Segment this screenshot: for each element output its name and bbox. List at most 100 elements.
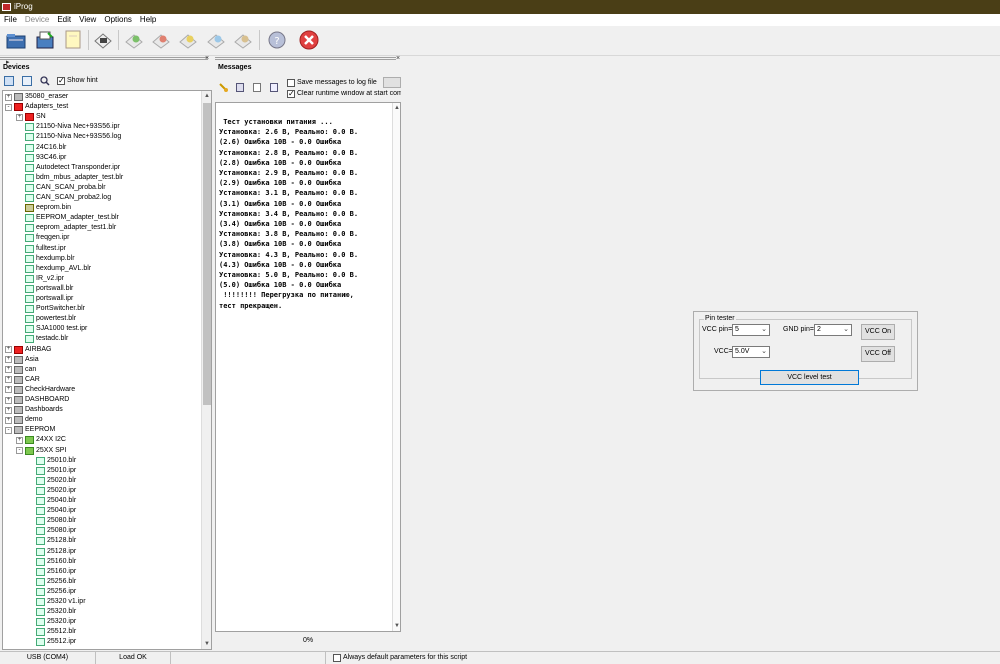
gnd-pin-select[interactable]: 2 ⌄ (814, 324, 852, 336)
tree-item[interactable]: IR_v2.ipr (16, 274, 64, 284)
program-icon[interactable] (232, 29, 254, 51)
expand-icon[interactable]: + (5, 376, 12, 384)
tree-item[interactable]: 25512.blr (27, 627, 76, 637)
vcc-voltage-select[interactable]: 5.0V ⌄ (732, 346, 770, 358)
clear-messages-icon[interactable] (219, 83, 228, 92)
msg-scroll-down-icon[interactable]: ▼ (393, 621, 401, 631)
menu-view[interactable]: View (75, 14, 100, 26)
expand-icon[interactable]: + (16, 113, 23, 121)
tree-item[interactable]: 93C46.ipr (16, 153, 66, 163)
write-icon[interactable] (150, 29, 172, 51)
tree-item[interactable]: EEPROM_adapter_test.blr (16, 213, 119, 223)
export-messages-icon[interactable] (270, 83, 278, 92)
log-browse-button[interactable] (383, 77, 401, 88)
tree-item[interactable]: 25128.ipr (27, 547, 76, 557)
menu-edit[interactable]: Edit (53, 14, 75, 26)
expand-icon[interactable]: + (16, 436, 23, 444)
scrollbar-thumb[interactable] (203, 103, 211, 405)
tree-item[interactable]: 25020.ipr (27, 486, 76, 496)
tree-item[interactable]: 25128.blr (27, 536, 76, 546)
stop-icon[interactable] (298, 29, 320, 51)
collapse-icon[interactable]: - (16, 447, 23, 454)
tree-view-icon[interactable] (4, 76, 14, 86)
tree-item[interactable]: 25010.ipr (27, 466, 76, 476)
open-folder-icon[interactable] (5, 29, 27, 51)
tree-item[interactable]: 25512.ipr (27, 637, 76, 647)
tree-item[interactable]: 25320 v1.ipr (27, 597, 86, 607)
save-icon[interactable] (34, 29, 56, 51)
expand-icon[interactable]: + (5, 386, 12, 394)
tree-item[interactable]: testadc.blr (16, 334, 68, 344)
always-default-checkbox[interactable] (333, 654, 341, 662)
menu-file[interactable]: File (0, 14, 21, 26)
collapse-icon[interactable]: - (5, 426, 12, 434)
tree-item[interactable]: SJA1000 test.ipr (16, 324, 87, 334)
tree-item[interactable]: + Dashboards (5, 405, 63, 415)
copy-messages-icon[interactable] (236, 83, 244, 92)
tree-item[interactable]: CAN_SCAN_proba.blr (16, 183, 106, 193)
tree-item[interactable]: 25080.ipr (27, 526, 76, 536)
tree-item[interactable]: 25160.blr (27, 557, 76, 567)
tree-item[interactable]: - 25XX SPI (16, 446, 66, 456)
tree-item[interactable]: eeprom_adapter_test1.blr (16, 223, 116, 233)
search-icon[interactable] (40, 76, 50, 86)
tree-item[interactable]: PortSwitcher.blr (16, 304, 85, 314)
menu-help[interactable]: Help (136, 14, 160, 26)
paste-icon[interactable] (253, 83, 261, 92)
vcc-pin-select[interactable]: 5 ⌄ (732, 324, 770, 336)
devices-close-icon[interactable]: × (205, 55, 209, 62)
tree-item[interactable]: CAN_SCAN_proba2.log (16, 193, 111, 203)
erase-icon[interactable] (205, 29, 227, 51)
clear-runtime-checkbox[interactable] (287, 89, 295, 98)
tree-item[interactable]: powertest.blr (16, 314, 76, 324)
tree-item[interactable]: + CAR (5, 375, 40, 385)
expand-icon[interactable]: + (5, 416, 12, 424)
tree-item[interactable]: + Asia (5, 355, 39, 365)
tree-item[interactable]: bdm_mbus_adapter_test.blr (16, 173, 123, 183)
tree-item[interactable]: hexdump.blr (16, 254, 75, 264)
tree-item[interactable]: 25256.blr (27, 577, 76, 587)
tree-item[interactable]: 25160.ipr (27, 567, 76, 577)
help-icon[interactable]: ? (266, 29, 288, 51)
tree-item[interactable]: 25256.ipr (27, 587, 76, 597)
tree-item[interactable]: eeprom.bin (16, 203, 71, 213)
tree-item[interactable]: fulltest.ipr (16, 244, 66, 254)
messages-scrollbar[interactable]: ▲ ▼ (392, 103, 400, 631)
tree-item[interactable]: 21150-Niva Nec+93S56.log (16, 132, 121, 142)
tree-item[interactable]: 25320.ipr (27, 617, 76, 627)
tree-item[interactable]: 25080.blr (27, 516, 76, 526)
tree-item[interactable]: - EEPROM (5, 425, 55, 435)
expand-icon[interactable]: + (5, 346, 12, 353)
scroll-up-icon[interactable]: ▲ (202, 91, 211, 101)
expand-icon[interactable]: + (5, 356, 12, 364)
save-to-log-checkbox[interactable] (287, 79, 295, 87)
tree-item[interactable]: +24XX I2C (16, 435, 66, 445)
tree-item[interactable]: 25320.blr (27, 607, 76, 617)
chip-icon[interactable] (92, 29, 114, 51)
messages-close-icon[interactable]: × (396, 55, 400, 62)
scroll-down-icon[interactable]: ▼ (202, 639, 211, 649)
tree-scrollbar[interactable]: ▲ ▼ (201, 91, 211, 649)
show-hint-checkbox[interactable] (57, 76, 65, 85)
tree-item[interactable]: - Adapters_test (5, 102, 68, 112)
tree-item[interactable]: hexdump_AVL.blr (16, 264, 91, 274)
tree-item[interactable]: portswall.blr (16, 284, 73, 294)
menu-options[interactable]: Options (100, 14, 136, 26)
tree-item[interactable]: +35080_eraser (5, 92, 68, 102)
vcc-off-button[interactable]: VCC Off (861, 346, 895, 362)
messages-output[interactable]: Тест установки питания ... Установка: 2.6… (215, 102, 401, 632)
read-icon[interactable] (123, 29, 145, 51)
verify-icon[interactable] (177, 29, 199, 51)
tree-item[interactable]: Autodetect Transponder.ipr (16, 163, 120, 173)
tree-item[interactable]: 25010.blr (27, 456, 76, 466)
list-view-icon[interactable] (22, 76, 32, 86)
collapse-icon[interactable]: - (5, 103, 12, 111)
tree-item[interactable]: 25040.ipr (27, 506, 76, 516)
tree-item[interactable]: + SN (16, 112, 46, 122)
expand-icon[interactable]: + (5, 396, 12, 404)
expand-icon[interactable]: + (5, 406, 12, 414)
vcc-level-test-button[interactable]: VCC level test (760, 370, 859, 385)
expand-icon[interactable]: + (5, 93, 12, 101)
msg-scroll-up-icon[interactable]: ▲ (393, 103, 401, 113)
tree-item[interactable]: 25040.blr (27, 496, 76, 506)
